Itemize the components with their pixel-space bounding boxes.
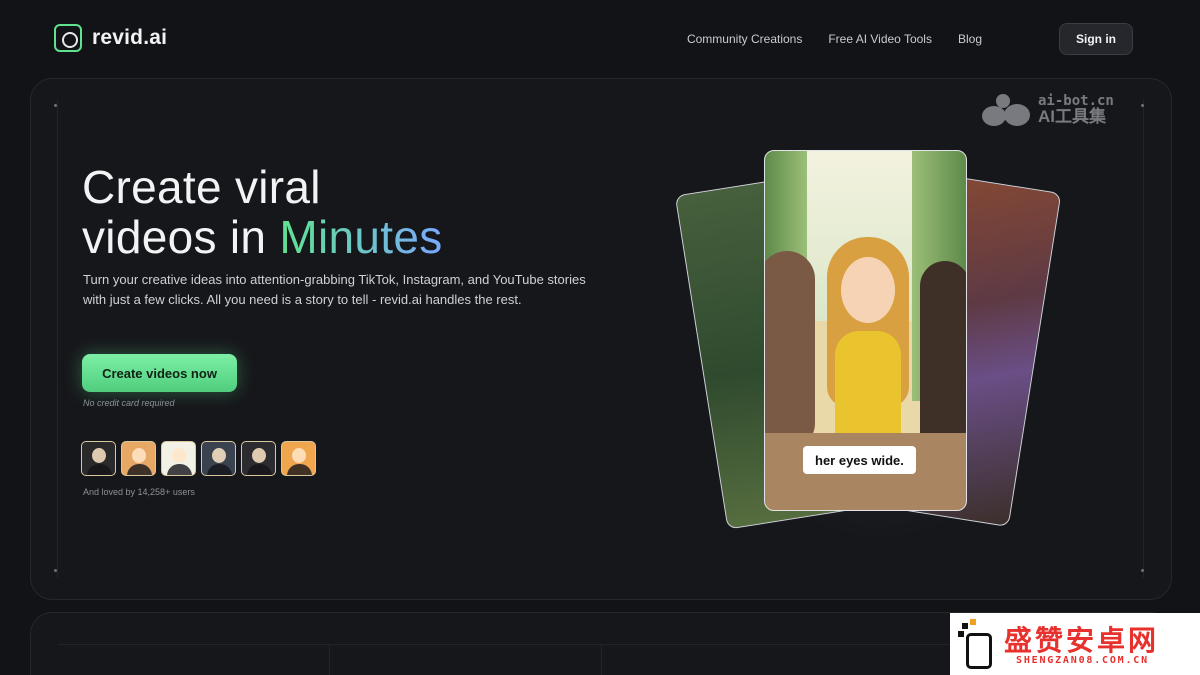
headline-accent: Minutes: [279, 211, 443, 263]
revid-logo[interactable]: revid.ai: [54, 24, 167, 52]
avatar: [121, 441, 156, 476]
sign-in-button[interactable]: Sign in: [1059, 23, 1133, 55]
corner-dot: [54, 569, 57, 572]
corner-dot: [1141, 569, 1144, 572]
video-preview-card-main: her eyes wide.: [764, 150, 967, 511]
shengzan-watermark: 盛赞安卓网 SHENGZAN08.COM.CN: [950, 613, 1200, 675]
user-avatars: [81, 441, 316, 476]
grid-line-left: [57, 100, 58, 578]
corner-dot: [54, 104, 57, 107]
ai-bot-watermark: ai-bot.cn AI工具集: [982, 92, 1114, 126]
top-nav: revid.ai Community Creations Free AI Vid…: [0, 0, 1200, 78]
hero-headline: Create viral videos in Minutes: [82, 161, 443, 263]
nav-link-blog[interactable]: Blog: [958, 32, 982, 46]
phone-logo-icon: [958, 619, 998, 671]
avatar: [281, 441, 316, 476]
girl-face: [841, 257, 895, 323]
nav-link-community-creations[interactable]: Community Creations: [687, 32, 802, 46]
no-credit-card-note: No credit card required: [83, 398, 175, 408]
child-left: [765, 251, 815, 451]
users-count-note: And loved by 14,258+ users: [83, 487, 195, 497]
watermark-title: AI工具集: [1038, 107, 1106, 126]
avatar: [201, 441, 236, 476]
next-section-grid-line: [329, 644, 330, 675]
next-section-grid-line: [601, 644, 602, 675]
nav-link-free-ai-video-tools[interactable]: Free AI Video Tools: [828, 32, 932, 46]
hero-subtitle: Turn your creative ideas into attention-…: [83, 272, 586, 307]
watermark-site-url: SHENGZAN08.COM.CN: [1016, 655, 1149, 666]
logo-text: revid.ai: [92, 26, 168, 49]
avatar: [241, 441, 276, 476]
revid-logo-icon: [54, 24, 82, 52]
video-caption: her eyes wide.: [803, 446, 916, 474]
nav-links: Community Creations Free AI Video Tools …: [687, 32, 982, 46]
avatar: [161, 441, 196, 476]
create-videos-button[interactable]: Create videos now: [82, 354, 237, 392]
corner-dot: [1141, 104, 1144, 107]
grid-line-right: [1143, 100, 1144, 578]
avatar: [81, 441, 116, 476]
child-right: [920, 261, 966, 461]
watermark-site-name: 盛赞安卓网: [1004, 624, 1160, 657]
ai-bot-logo-icon: [982, 92, 1030, 126]
girl-dress: [835, 331, 901, 441]
